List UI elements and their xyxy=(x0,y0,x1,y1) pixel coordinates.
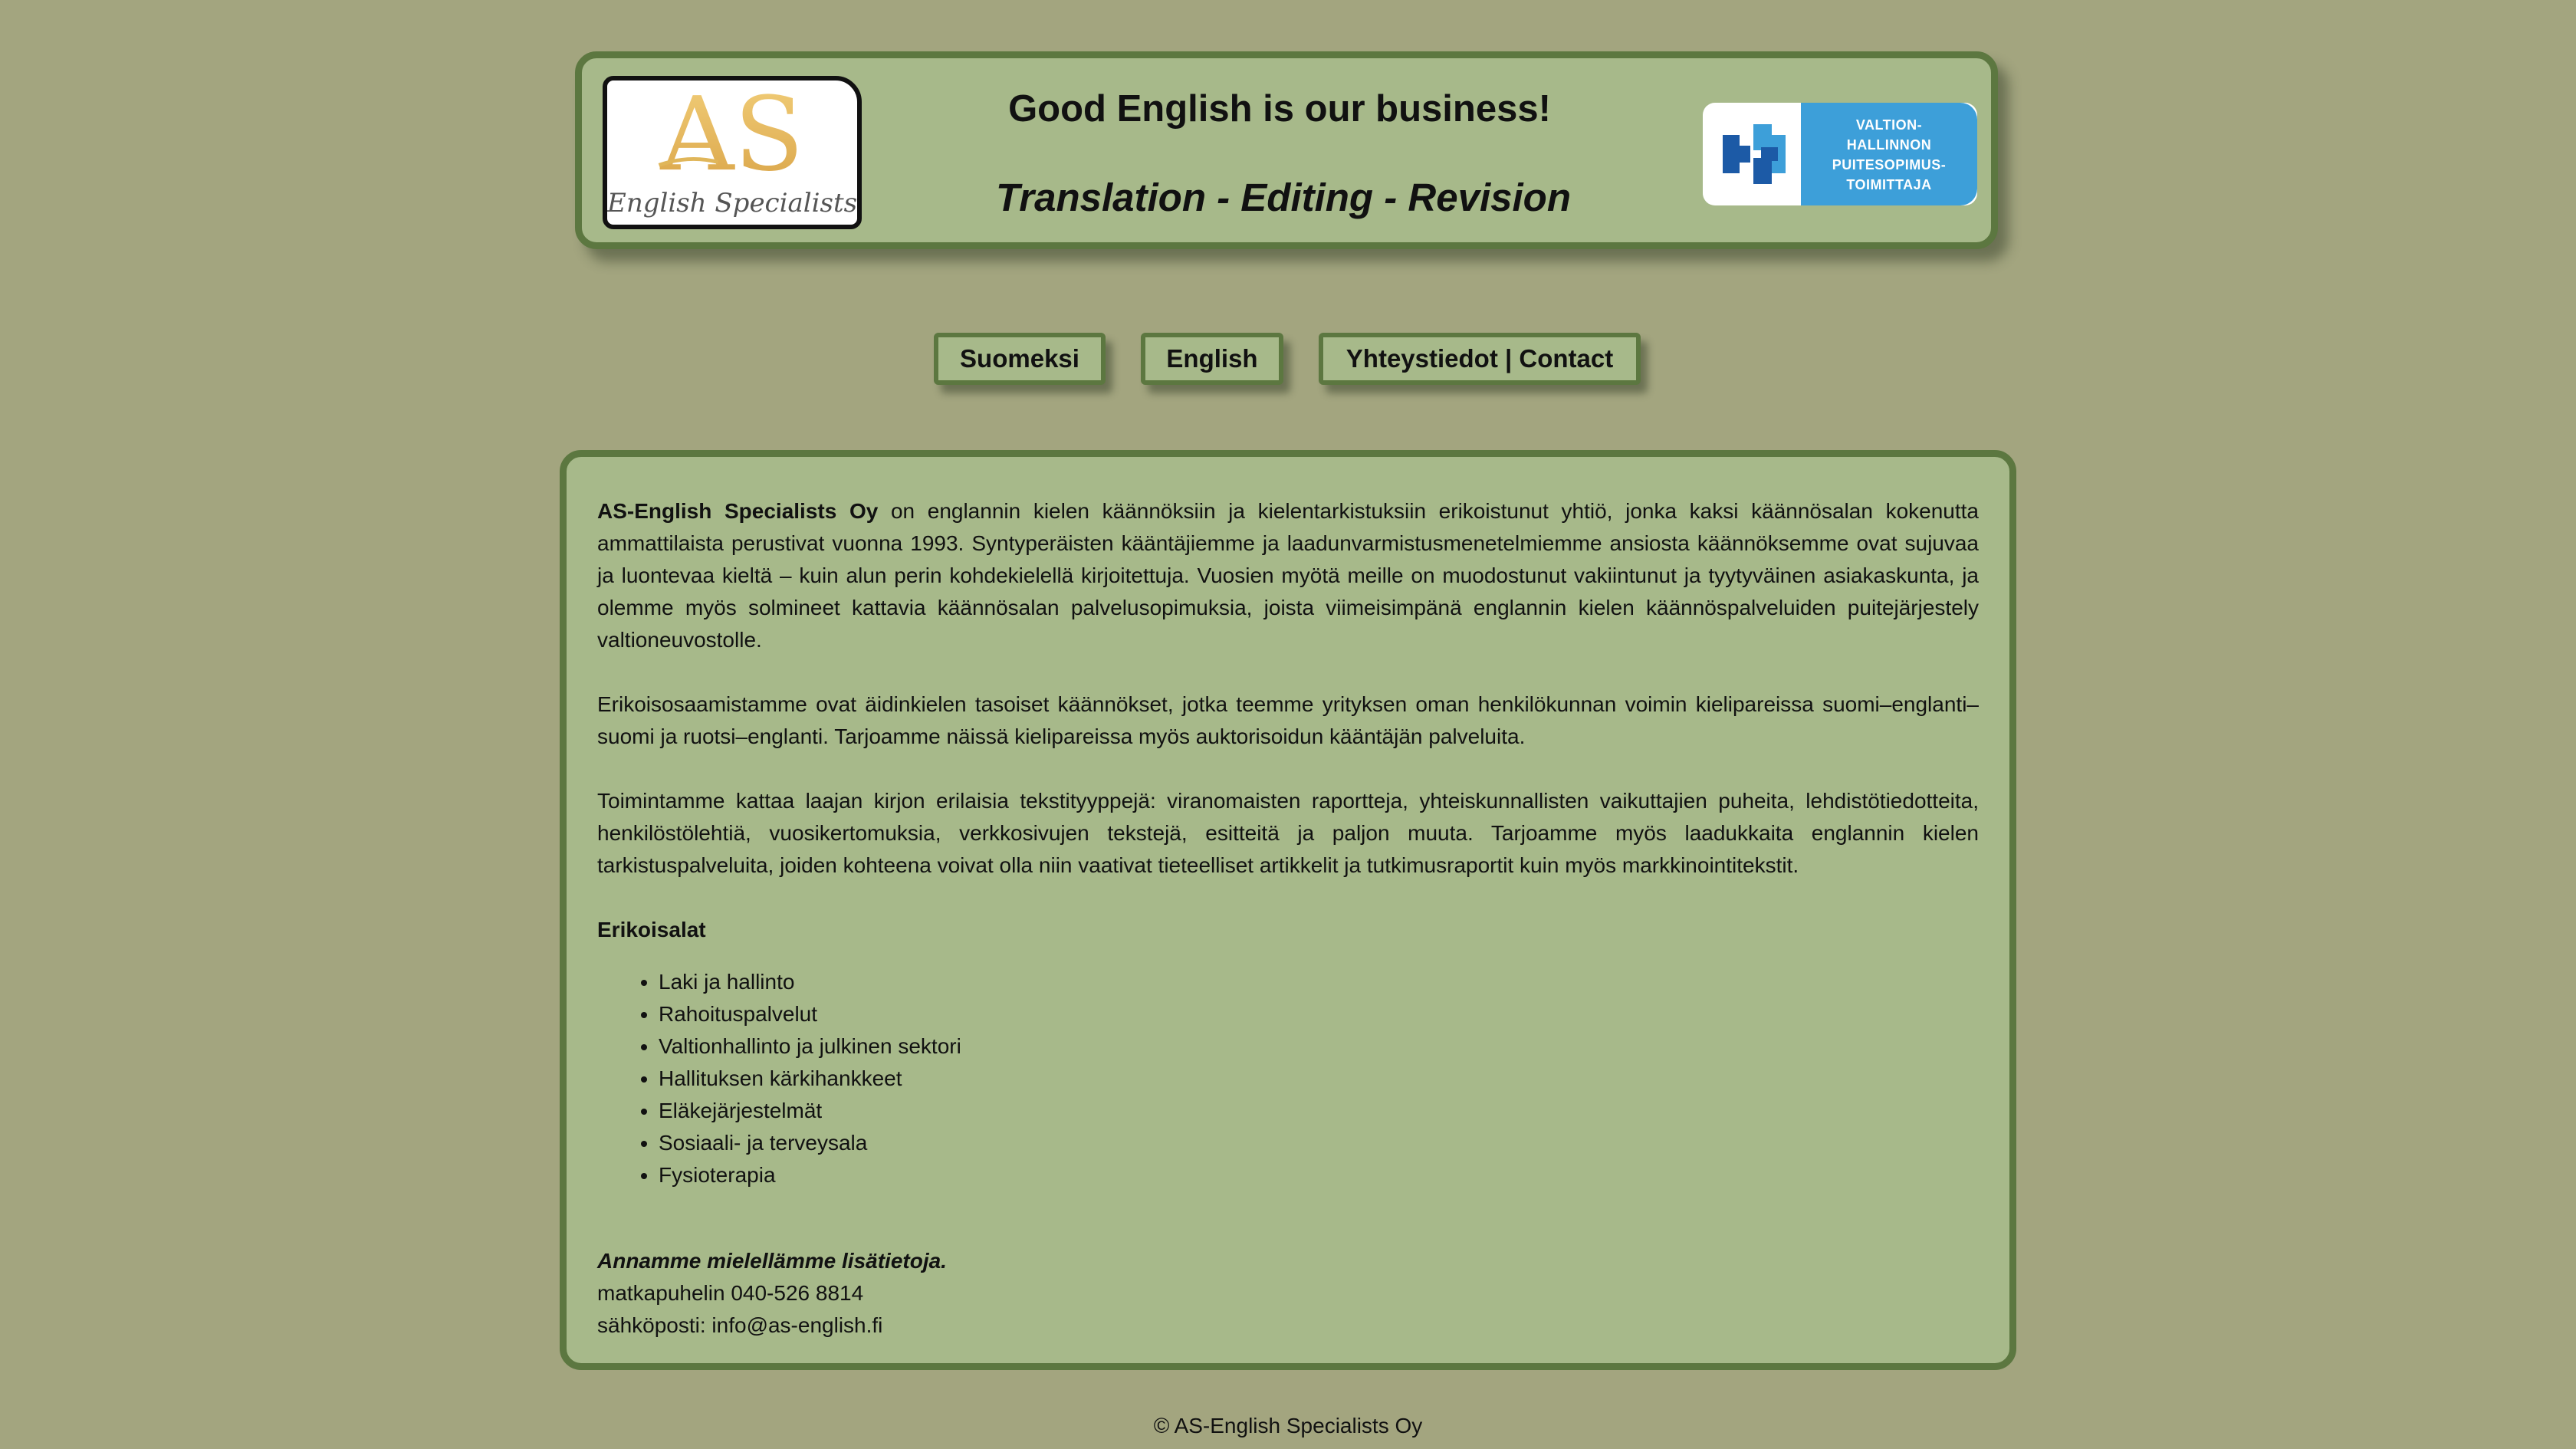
page-title: Good English is our business! xyxy=(1008,88,1551,130)
intro-paragraph: AS-English Specialists Oy on englannin k… xyxy=(597,495,1979,656)
badge-text: VALTION- HALLINNON PUITESOPIMUS- TOIMITT… xyxy=(1832,117,1947,192)
contact-info: Annamme mielellämme lisätietoja. matkapu… xyxy=(597,1245,1979,1342)
list-item: Fysioterapia xyxy=(659,1159,1979,1191)
logo-subtext: English Specialists Oy xyxy=(607,188,858,219)
page-subtitle: Translation - Editing - Revision xyxy=(996,176,1571,219)
framework-supplier-badge: VALTION- HALLINNON PUITESOPIMUS- TOIMITT… xyxy=(1703,103,1977,205)
footer-copyright: © AS-English Specialists Oy xyxy=(1153,1414,1423,1438)
phone-number: matkapuhelin 040-526 8814 xyxy=(597,1281,864,1305)
puzzle-badge-icon xyxy=(1723,124,1786,184)
nav-button-finnish[interactable]: Suomeksi xyxy=(934,333,1106,385)
expertise-paragraph: Erikoisosaamistamme ovat äidinkielen tas… xyxy=(597,692,1979,748)
main-content: AS-English Specialists Oy on englannin k… xyxy=(560,450,2016,1370)
contact-lead: Annamme mielellämme lisätietoja. xyxy=(597,1249,947,1273)
nav-button-english[interactable]: English xyxy=(1141,333,1283,385)
list-item: Valtionhallinto ja julkinen sektori xyxy=(659,1030,1979,1063)
specialties-list: Laki ja hallinto Rahoituspalvelut Valtio… xyxy=(597,966,1979,1191)
intro-company-name: AS-English Specialists Oy xyxy=(597,499,879,523)
company-logo[interactable]: AS English Specialists Oy xyxy=(603,76,862,229)
logo-letters: AS xyxy=(659,80,803,180)
list-item: Rahoituspalvelut xyxy=(659,998,1979,1030)
list-item: Eläkejärjestelmät xyxy=(659,1095,1979,1127)
list-item: Laki ja hallinto xyxy=(659,966,1979,998)
email-address[interactable]: sähköposti: info@as-english.fi xyxy=(597,1309,1979,1342)
services-paragraph: Toimintamme kattaa laajan kirjon erilais… xyxy=(597,789,1979,877)
list-item: Sosiaali- ja terveysala xyxy=(659,1127,1979,1159)
specialties-heading: Erikoisalat xyxy=(597,918,706,941)
as-logo-mark-icon: AS xyxy=(658,80,804,180)
nav-button-contact[interactable]: Yhteystiedot | Contact xyxy=(1319,333,1641,385)
site-header: AS English Specialists Oy Good English i… xyxy=(575,51,1998,249)
list-item: Hallituksen kärkihankkeet xyxy=(659,1063,1979,1095)
